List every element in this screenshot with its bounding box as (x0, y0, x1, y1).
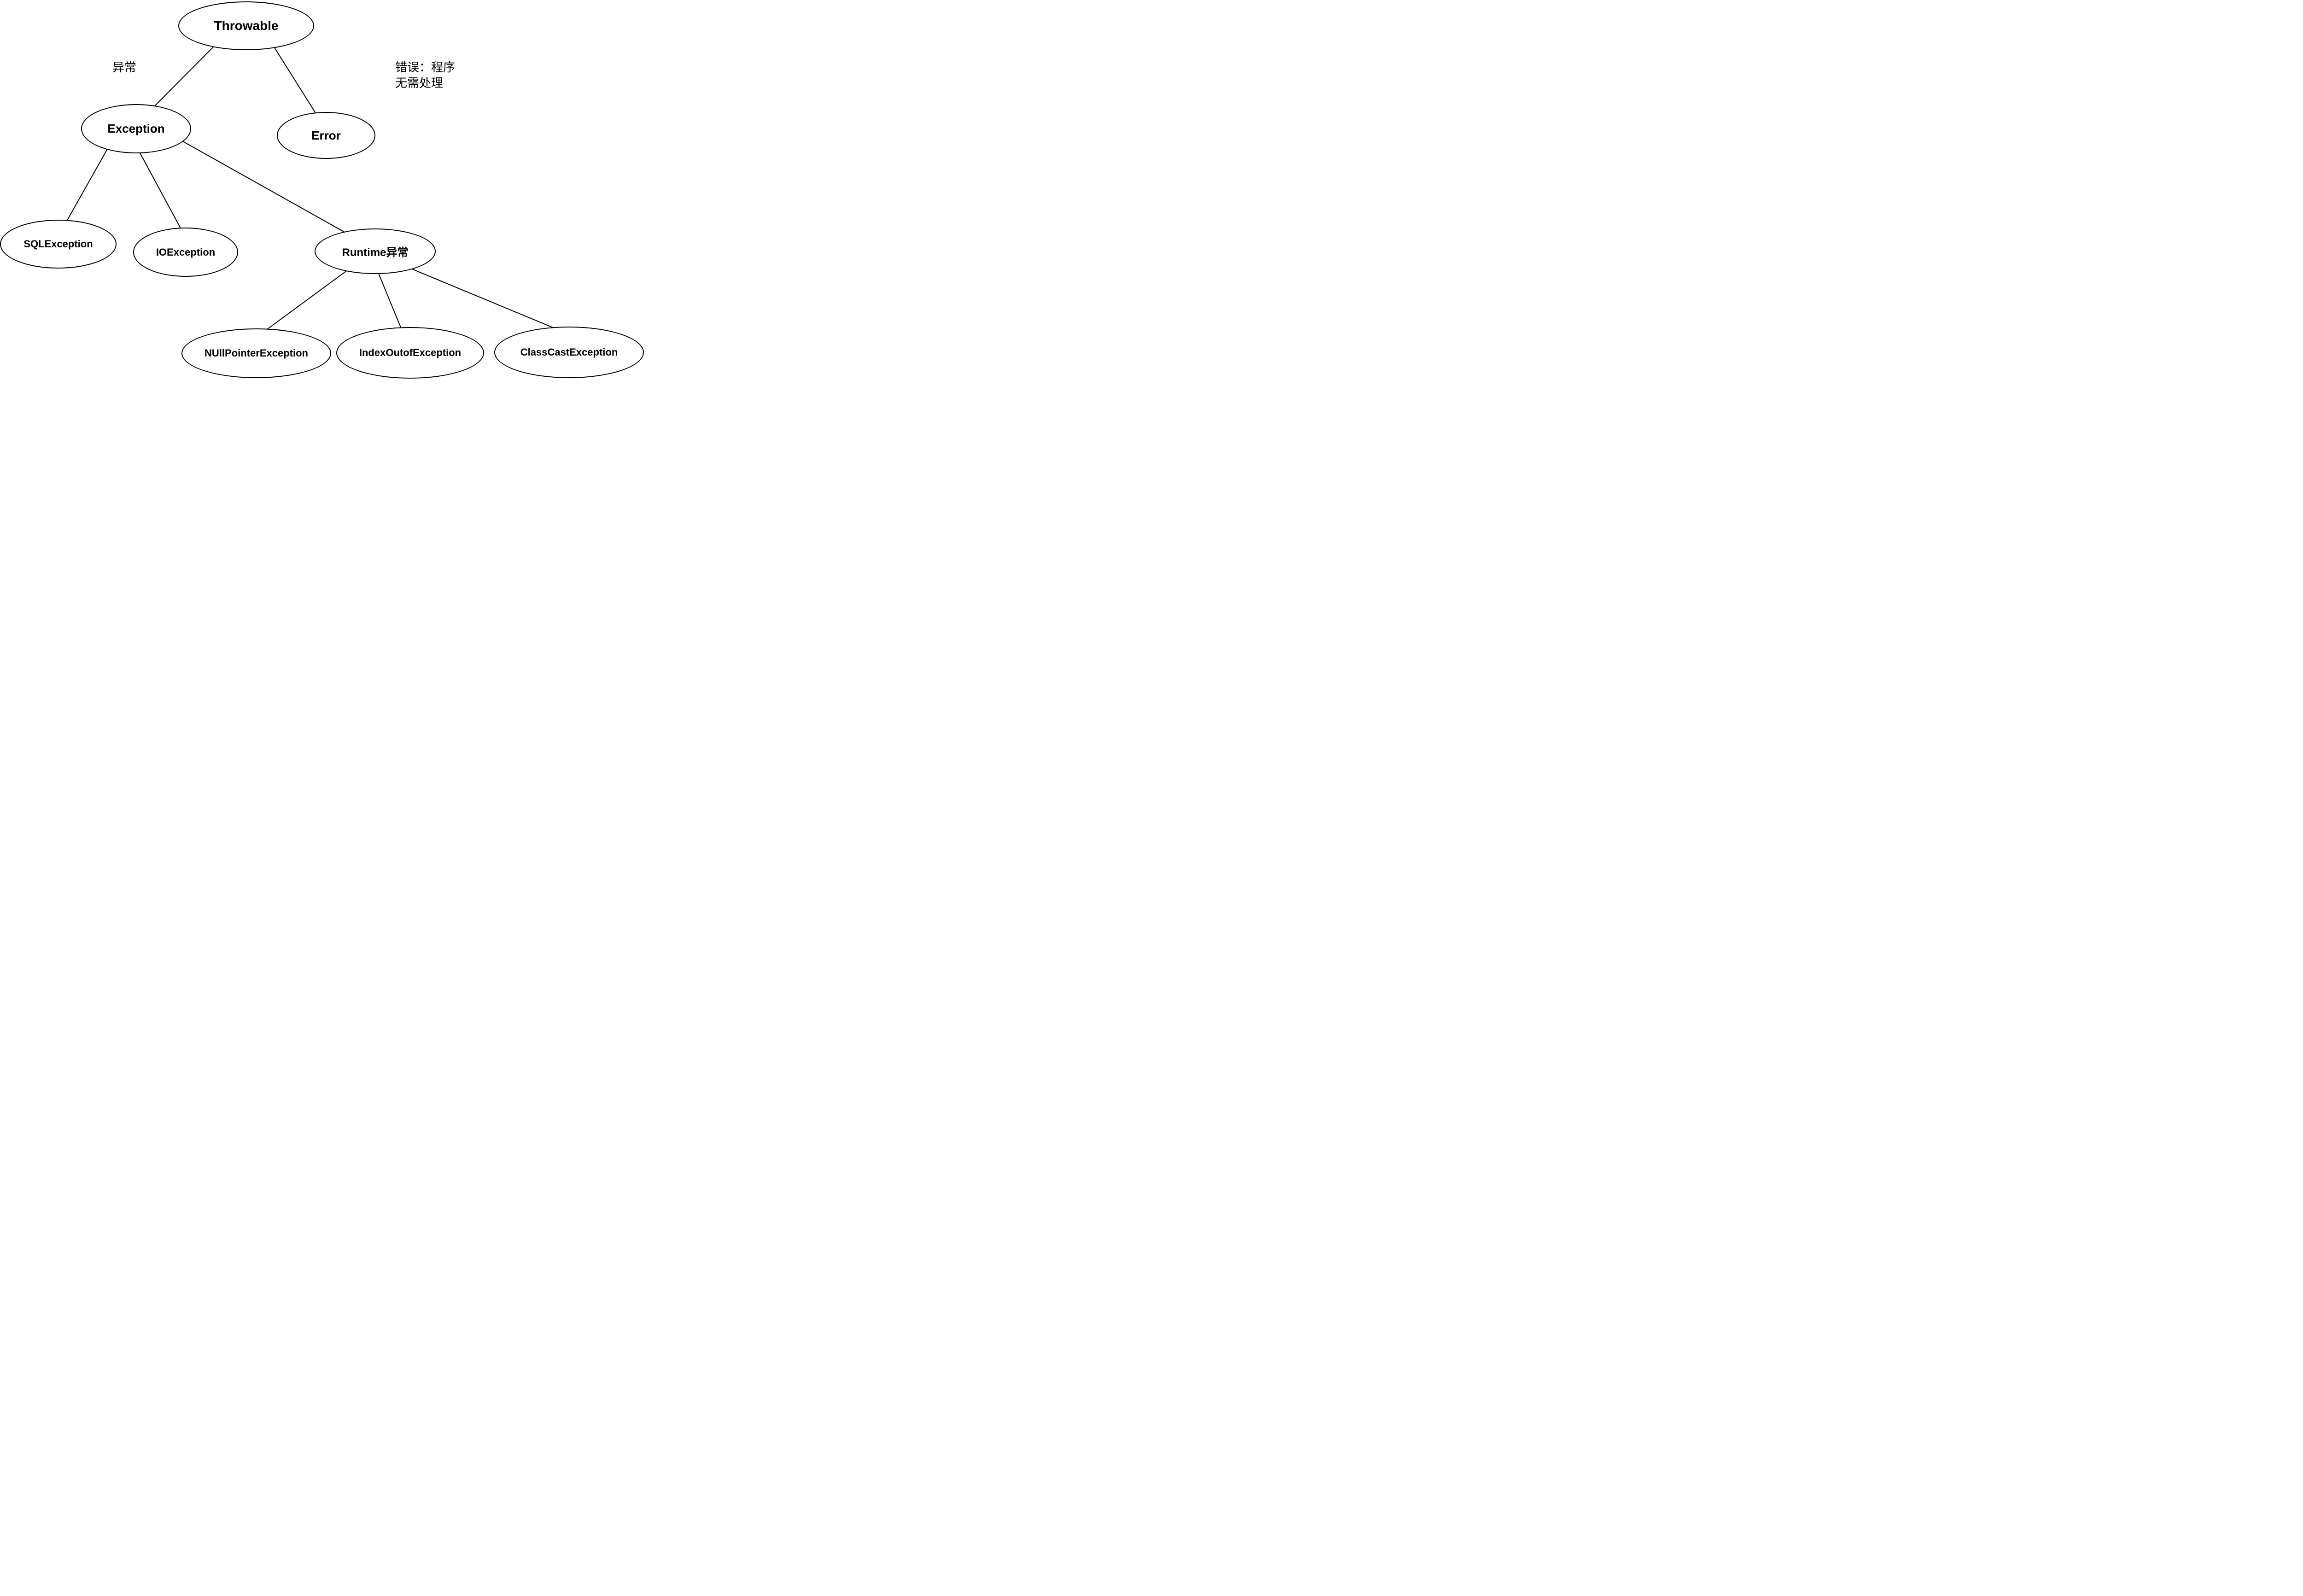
node-ioexception: IOException (133, 228, 238, 277)
node-label: SQLException (23, 238, 93, 250)
node-label: ClassCastException (520, 346, 618, 358)
node-sqlexception: SQLException (0, 220, 117, 269)
edge-exception-sqlexception (63, 144, 110, 228)
node-label: IOException (156, 246, 215, 258)
edge-runtime-indexoutof (378, 271, 402, 331)
annotation-error: 错误：程序 无需处理 (395, 60, 455, 91)
node-error: Error (277, 112, 375, 159)
node-label: IndexOutofException (359, 347, 461, 359)
edge-throwable-error (272, 43, 322, 124)
node-indexoutof: IndexOutofException (336, 327, 484, 379)
diagram-edges (0, 0, 707, 383)
node-classcast: ClassCastException (494, 327, 644, 378)
node-label: Throwable (214, 18, 278, 33)
edge-throwable-exception (147, 43, 217, 113)
annotation-exception: 异常 (112, 60, 136, 76)
edge-runtime-classcast (405, 266, 561, 331)
node-label: Runtime异常 (342, 243, 409, 259)
node-nullpointer: NUllPointerException (181, 328, 331, 378)
edge-runtime-nullpointer (264, 266, 353, 332)
node-exception: Exception (81, 104, 191, 153)
diagram-canvas: Throwable 异常 错误：程序 无需处理 Exception Error … (0, 0, 707, 383)
node-runtime: Runtime异常 (315, 228, 436, 274)
edge-exception-ioexception (137, 148, 182, 231)
node-label: NUllPointerException (205, 347, 308, 359)
node-throwable: Throwable (178, 1, 314, 50)
node-label: Exception (107, 122, 164, 136)
node-label: Error (311, 129, 341, 143)
